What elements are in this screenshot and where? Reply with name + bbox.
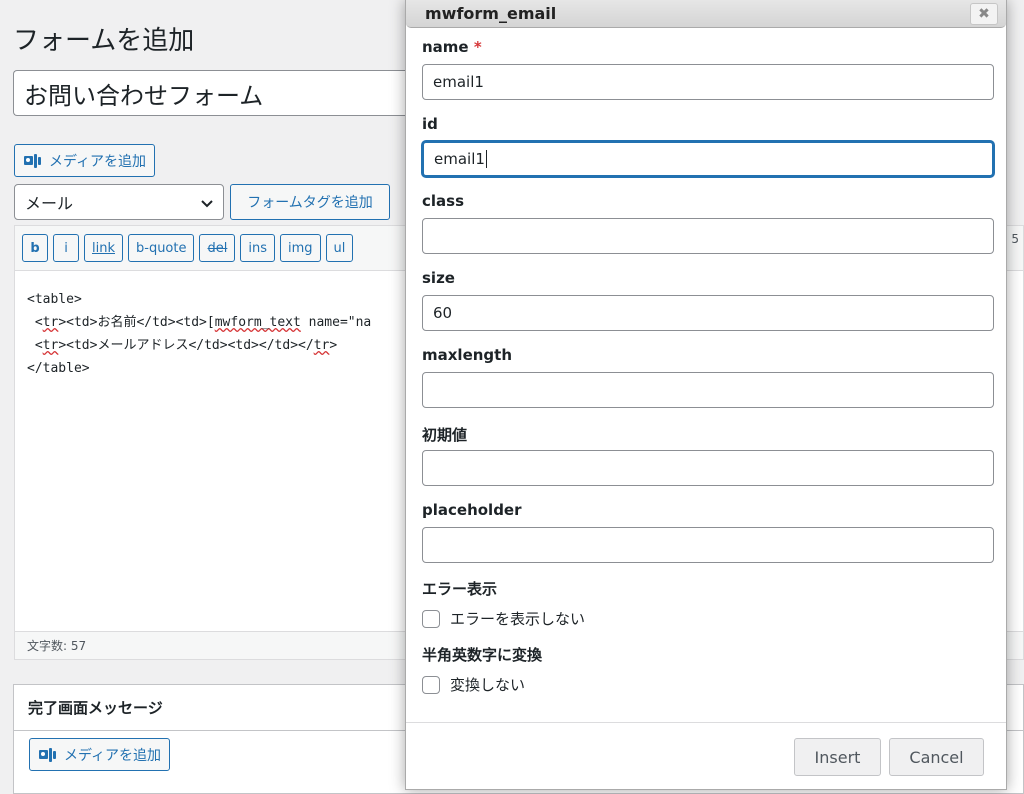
- qt-link-button[interactable]: link: [84, 234, 123, 262]
- form-title-value: お問い合わせフォーム: [24, 81, 264, 110]
- qt-del-button[interactable]: del: [199, 234, 236, 262]
- class-label: class: [422, 192, 465, 210]
- dialog-footer-divider: [406, 722, 1006, 723]
- editor-line: </table>: [27, 361, 90, 376]
- size-value: 60: [433, 304, 453, 322]
- size-label: size: [422, 269, 455, 287]
- placeholder-input[interactable]: [422, 527, 994, 563]
- id-label: id: [422, 115, 438, 133]
- hide-error-checkbox[interactable]: [422, 609, 440, 628]
- placeholder-label: placeholder: [422, 501, 522, 519]
- hide-error-option[interactable]: エラーを表示しない: [422, 608, 585, 629]
- add-media-button[interactable]: メディアを追加: [14, 144, 156, 177]
- class-input[interactable]: [422, 218, 994, 254]
- qt-bold-button[interactable]: b: [22, 234, 48, 262]
- add-form-tag-button[interactable]: フォームタグを追加: [230, 184, 390, 220]
- editor-line: <table>: [27, 292, 82, 307]
- cancel-button[interactable]: Cancel: [889, 738, 984, 776]
- add-media-label: メディアを追加: [64, 747, 162, 764]
- media-icon: [23, 153, 43, 169]
- editor-line: <tr><td>お名前</td><td>[mwform_text name="n…: [27, 315, 372, 330]
- text-caret: [485, 150, 487, 168]
- add-media-button-2[interactable]: メディアを追加: [29, 738, 171, 771]
- convert-label: 半角英数字に変換: [422, 646, 543, 664]
- qt-blockquote-button[interactable]: b-quote: [128, 234, 195, 262]
- insert-button[interactable]: Insert: [794, 738, 881, 776]
- chevron-down-icon: [201, 193, 213, 212]
- no-convert-checkbox[interactable]: [422, 675, 440, 694]
- mwform-email-dialog: mwform_email ✖ name * email1 id email1 c…: [405, 0, 1007, 790]
- form-type-value: メール: [25, 194, 74, 213]
- initial-value-input[interactable]: [422, 450, 994, 486]
- error-display-label: エラー表示: [422, 580, 498, 598]
- editor-line: <tr><td>メールアドレス</td><td></td></tr>: [27, 338, 338, 353]
- qt-ins-button[interactable]: ins: [240, 234, 275, 262]
- qt-italic-button[interactable]: i: [53, 234, 79, 262]
- no-convert-label: 変換しない: [450, 676, 526, 694]
- size-input[interactable]: 60: [422, 295, 994, 331]
- dialog-header: mwform_email ✖: [406, 0, 1006, 28]
- hide-error-label: エラーを表示しない: [450, 610, 586, 628]
- media-icon: [38, 747, 58, 763]
- editor-content[interactable]: <table> <tr><td>お名前</td><td>[mwform_text…: [27, 288, 371, 380]
- no-convert-option[interactable]: 変換しない: [422, 674, 525, 695]
- close-icon[interactable]: ✖: [970, 2, 998, 25]
- name-value: email1: [433, 73, 484, 91]
- required-marker: *: [473, 38, 482, 56]
- page-title: フォームを追加: [13, 26, 195, 56]
- dialog-title: mwform_email: [425, 4, 557, 23]
- id-value: email1: [434, 150, 485, 168]
- maxlength-input[interactable]: [422, 372, 994, 408]
- qt-ul-button[interactable]: ul: [325, 234, 354, 262]
- name-label: name *: [422, 38, 482, 56]
- name-input[interactable]: email1: [422, 64, 994, 100]
- maxlength-label: maxlength: [422, 346, 513, 364]
- add-media-label: メディアを追加: [49, 153, 147, 170]
- qt-img-button[interactable]: img: [279, 234, 321, 262]
- status-right-text: 5: [1011, 232, 1019, 246]
- word-count: 文字数: 57: [27, 639, 87, 653]
- form-title-input[interactable]: お問い合わせフォーム: [13, 70, 413, 116]
- initial-value-label: 初期値: [422, 426, 468, 444]
- form-type-select[interactable]: メール: [14, 184, 224, 220]
- id-input[interactable]: email1: [422, 141, 994, 177]
